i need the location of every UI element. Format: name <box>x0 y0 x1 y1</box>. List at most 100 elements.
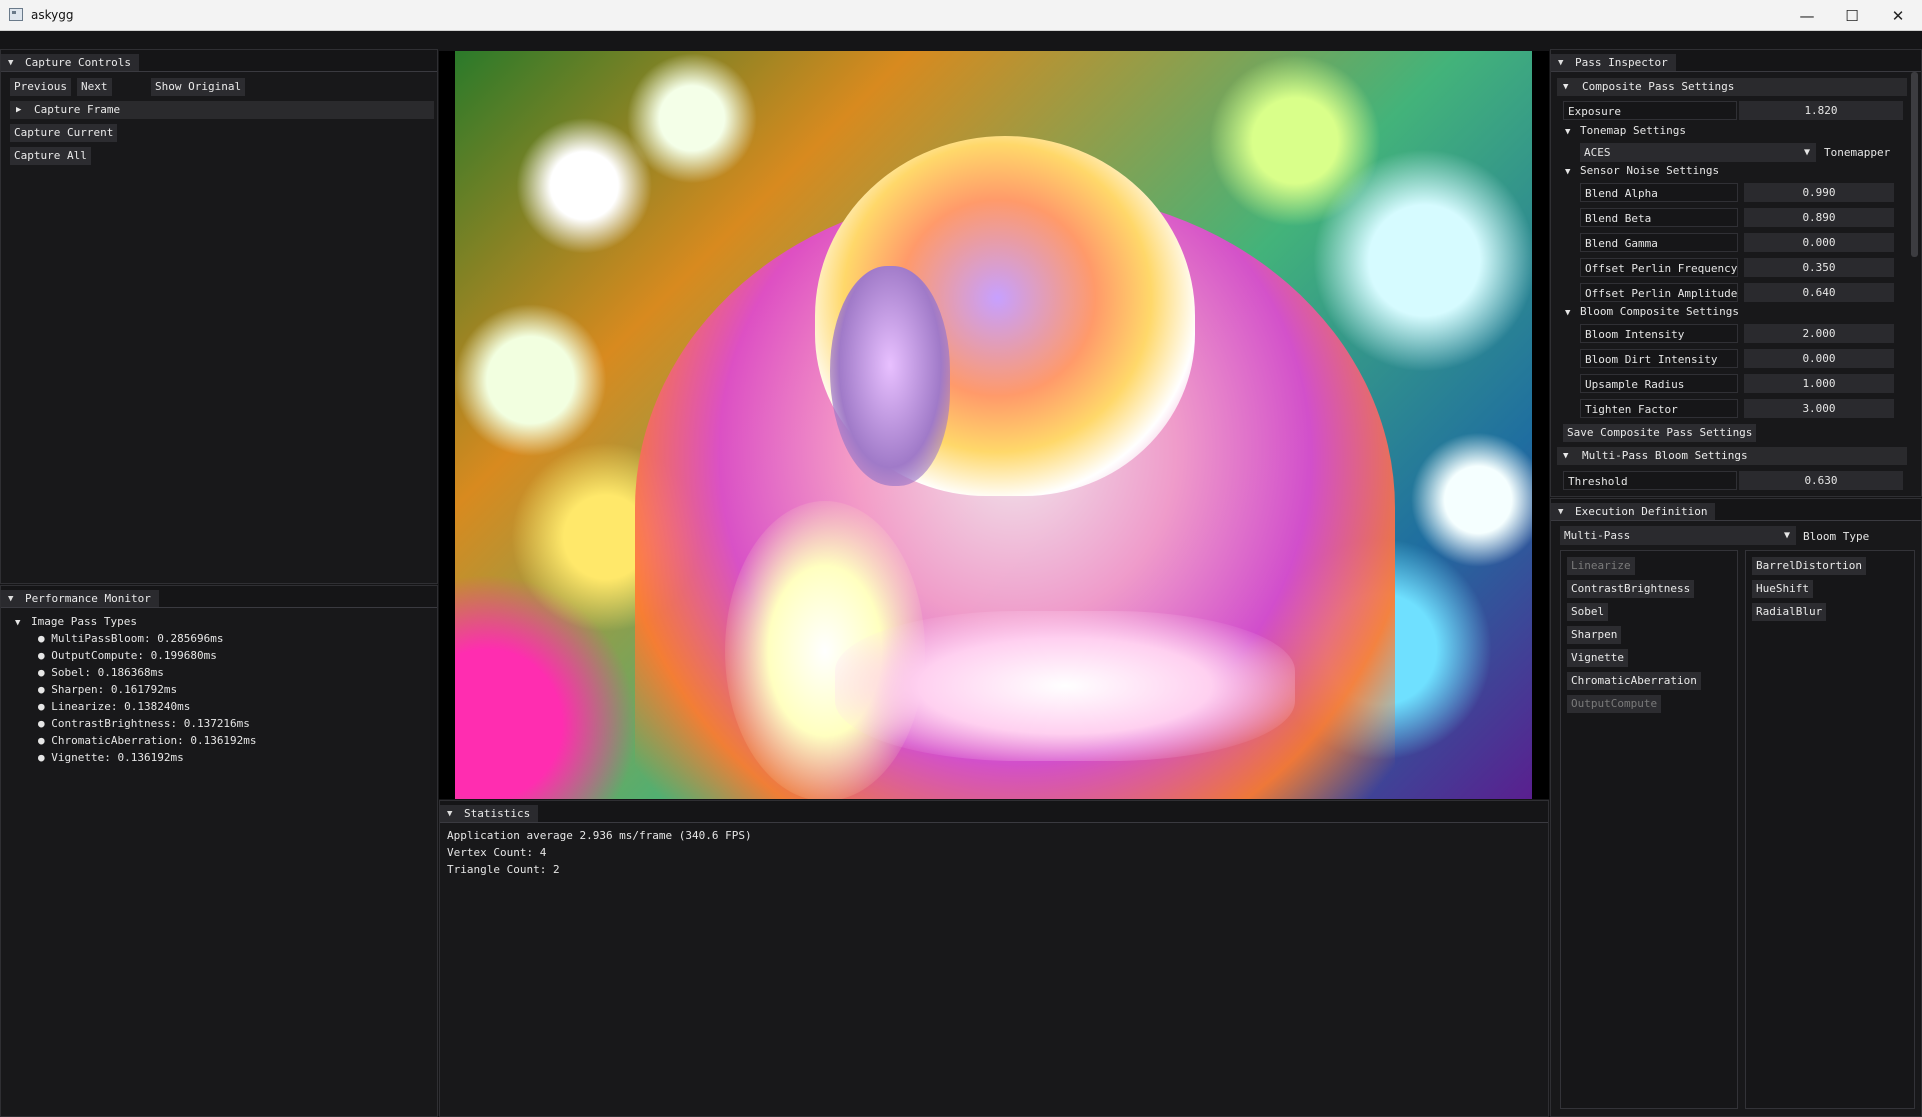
image-pass-types-node[interactable]: ▼ Image Pass Types <box>15 615 137 630</box>
offset-perlin-amplitude-field[interactable]: Offset Perlin Amplitude 0.640 <box>1580 283 1900 302</box>
field-value[interactable]: 1.000 <box>1744 374 1894 393</box>
performance-monitor-tab[interactable]: ▼ Performance Monitor <box>1 590 159 608</box>
statistics-panel: ▼ Statistics Application average 2.936 ms… <box>439 800 1549 1117</box>
pass-timing-text: Vignette: 0.136192ms <box>51 751 184 764</box>
minimize-button[interactable]: — <box>1784 0 1830 31</box>
field-label: Bloom Intensity <box>1580 324 1738 343</box>
pass-inspector-header: ▼ Pass Inspector <box>1551 50 1921 72</box>
tonemap-settings-node[interactable]: ▼ Tonemap Settings <box>1565 124 1686 139</box>
bloom-type-select[interactable]: Multi-Pass ▼ <box>1560 526 1796 545</box>
execution-definition-tab[interactable]: ▼ Execution Definition <box>1551 503 1716 521</box>
pass-inspector-tab[interactable]: ▼ Pass Inspector <box>1551 54 1676 72</box>
pass-timing-text: OutputCompute: 0.199680ms <box>51 649 217 662</box>
tonemapper-selected-value: ACES <box>1584 146 1611 159</box>
exposure-label: Exposure <box>1563 101 1737 120</box>
bloom-type-label: Bloom Type <box>1803 530 1870 543</box>
blend-beta-field[interactable]: Blend Beta 0.890 <box>1580 208 1900 227</box>
list-item[interactable]: RadialBlur <box>1752 603 1827 621</box>
render-viewport[interactable] <box>439 51 1549 799</box>
collapse-triangle-icon[interactable]: ▼ <box>447 805 452 823</box>
collapse-triangle-icon[interactable]: ▼ <box>15 618 20 628</box>
upsample-radius-field[interactable]: Upsample Radius 1.000 <box>1580 374 1900 393</box>
next-button[interactable]: Next <box>77 78 112 96</box>
field-label: Bloom Dirt Intensity <box>1580 349 1738 368</box>
pass-timing-text: ChromaticAberration: 0.136192ms <box>51 734 257 747</box>
collapse-triangle-icon[interactable]: ▼ <box>1565 308 1570 318</box>
list-item[interactable]: Sobel <box>1567 603 1609 621</box>
capture-controls-tab[interactable]: ▼ Capture Controls <box>1 54 139 72</box>
previous-button[interactable]: Previous <box>10 78 71 96</box>
field-value[interactable]: 3.000 <box>1744 399 1894 418</box>
image-pass-types-label: Image Pass Types <box>31 615 138 628</box>
blend-gamma-field[interactable]: Blend Gamma 0.000 <box>1580 233 1900 252</box>
header-divider <box>440 822 1548 823</box>
blend-alpha-field[interactable]: Blend Alpha 0.990 <box>1580 183 1900 202</box>
list-item[interactable]: Vignette <box>1567 649 1628 667</box>
field-value[interactable]: 0.000 <box>1744 349 1894 368</box>
threshold-label: Threshold <box>1563 471 1737 490</box>
collapse-triangle-icon[interactable]: ▼ <box>8 54 13 72</box>
collapse-triangle-icon[interactable]: ▼ <box>1558 503 1563 521</box>
app-icon <box>9 8 23 21</box>
chevron-down-icon[interactable]: ▼ <box>1804 143 1810 162</box>
field-label: Offset Perlin Frequency <box>1580 258 1738 277</box>
bloom-composite-settings-label: Bloom Composite Settings <box>1580 305 1739 318</box>
expand-triangle-icon[interactable]: ▶ <box>16 101 21 119</box>
bloom-type-selected-value: Multi-Pass <box>1564 529 1631 542</box>
tonemapper-select[interactable]: ACES ▼ <box>1580 143 1816 162</box>
image-subject-hands <box>835 611 1295 761</box>
list-item[interactable]: Sharpen <box>1567 626 1622 644</box>
exposure-field[interactable]: Exposure 1.820 <box>1563 101 1907 120</box>
execution-definition-header: ▼ Execution Definition <box>1551 499 1921 521</box>
statistics-tab[interactable]: ▼ Statistics <box>440 805 539 823</box>
field-value[interactable]: 2.000 <box>1744 324 1894 343</box>
field-value[interactable]: 0.990 <box>1744 183 1894 202</box>
threshold-value[interactable]: 0.630 <box>1739 471 1903 490</box>
field-label: Tighten Factor <box>1580 399 1738 418</box>
field-value[interactable]: 0.640 <box>1744 283 1894 302</box>
composite-pass-settings-header[interactable]: ▼ Composite Pass Settings <box>1557 78 1907 96</box>
performance-monitor-title: Performance Monitor <box>25 592 151 605</box>
field-label: Blend Gamma <box>1580 233 1738 252</box>
multi-pass-bloom-settings-header[interactable]: ▼ Multi-Pass Bloom Settings <box>1557 447 1907 465</box>
inspector-scrollbar[interactable] <box>1911 72 1918 257</box>
list-item[interactable]: ContrastBrightness <box>1567 580 1695 598</box>
execution-definition-title: Execution Definition <box>1575 505 1708 518</box>
bloom-composite-settings-node[interactable]: ▼ Bloom Composite Settings <box>1565 305 1739 320</box>
close-button[interactable]: ✕ <box>1875 0 1921 31</box>
list-item[interactable]: ChromaticAberration <box>1567 672 1701 690</box>
pass-timing-text: Sobel: 0.186368ms <box>51 666 164 679</box>
collapse-triangle-icon[interactable]: ▼ <box>1565 127 1570 137</box>
field-value[interactable]: 0.000 <box>1744 233 1894 252</box>
save-composite-pass-settings-button[interactable]: Save Composite Pass Settings <box>1563 424 1757 442</box>
show-original-button[interactable]: Show Original <box>151 78 246 96</box>
list-item[interactable]: OutputCompute <box>1567 695 1662 713</box>
bloom-dirt-intensity-field[interactable]: Bloom Dirt Intensity 0.000 <box>1580 349 1900 368</box>
collapse-triangle-icon[interactable]: ▼ <box>1563 447 1568 465</box>
capture-frame-header[interactable]: ▶ Capture Frame <box>10 101 434 119</box>
window-title: askygg <box>31 8 74 22</box>
list-item[interactable]: Linearize <box>1567 557 1635 575</box>
tonemapper-label: Tonemapper <box>1824 146 1891 159</box>
capture-all-button[interactable]: Capture All <box>10 147 91 165</box>
capture-current-button[interactable]: Capture Current <box>10 124 118 142</box>
collapse-triangle-icon[interactable]: ▼ <box>1563 78 1568 96</box>
header-divider <box>1551 520 1921 521</box>
maximize-button[interactable]: ☐ <box>1829 0 1875 31</box>
list-item[interactable]: BarrelDistortion <box>1752 557 1866 575</box>
collapse-triangle-icon[interactable]: ▼ <box>8 590 13 608</box>
field-value[interactable]: 0.890 <box>1744 208 1894 227</box>
pass-order-list: Linearize ContrastBrightness Sobel Sharp… <box>1560 550 1738 1109</box>
collapse-triangle-icon[interactable]: ▼ <box>1558 54 1563 72</box>
offset-perlin-frequency-field[interactable]: Offset Perlin Frequency 0.350 <box>1580 258 1900 277</box>
threshold-field[interactable]: Threshold 0.630 <box>1563 471 1907 490</box>
sensor-noise-settings-node[interactable]: ▼ Sensor Noise Settings <box>1565 164 1719 179</box>
bloom-intensity-field[interactable]: Bloom Intensity 2.000 <box>1580 324 1900 343</box>
tighten-factor-field[interactable]: Tighten Factor 3.000 <box>1580 399 1900 418</box>
chevron-down-icon[interactable]: ▼ <box>1784 526 1790 545</box>
field-value[interactable]: 0.350 <box>1744 258 1894 277</box>
collapse-triangle-icon[interactable]: ▼ <box>1565 167 1570 177</box>
exposure-value[interactable]: 1.820 <box>1739 101 1903 120</box>
capture-frame-label: Capture Frame <box>34 103 121 116</box>
list-item[interactable]: HueShift <box>1752 580 1813 598</box>
